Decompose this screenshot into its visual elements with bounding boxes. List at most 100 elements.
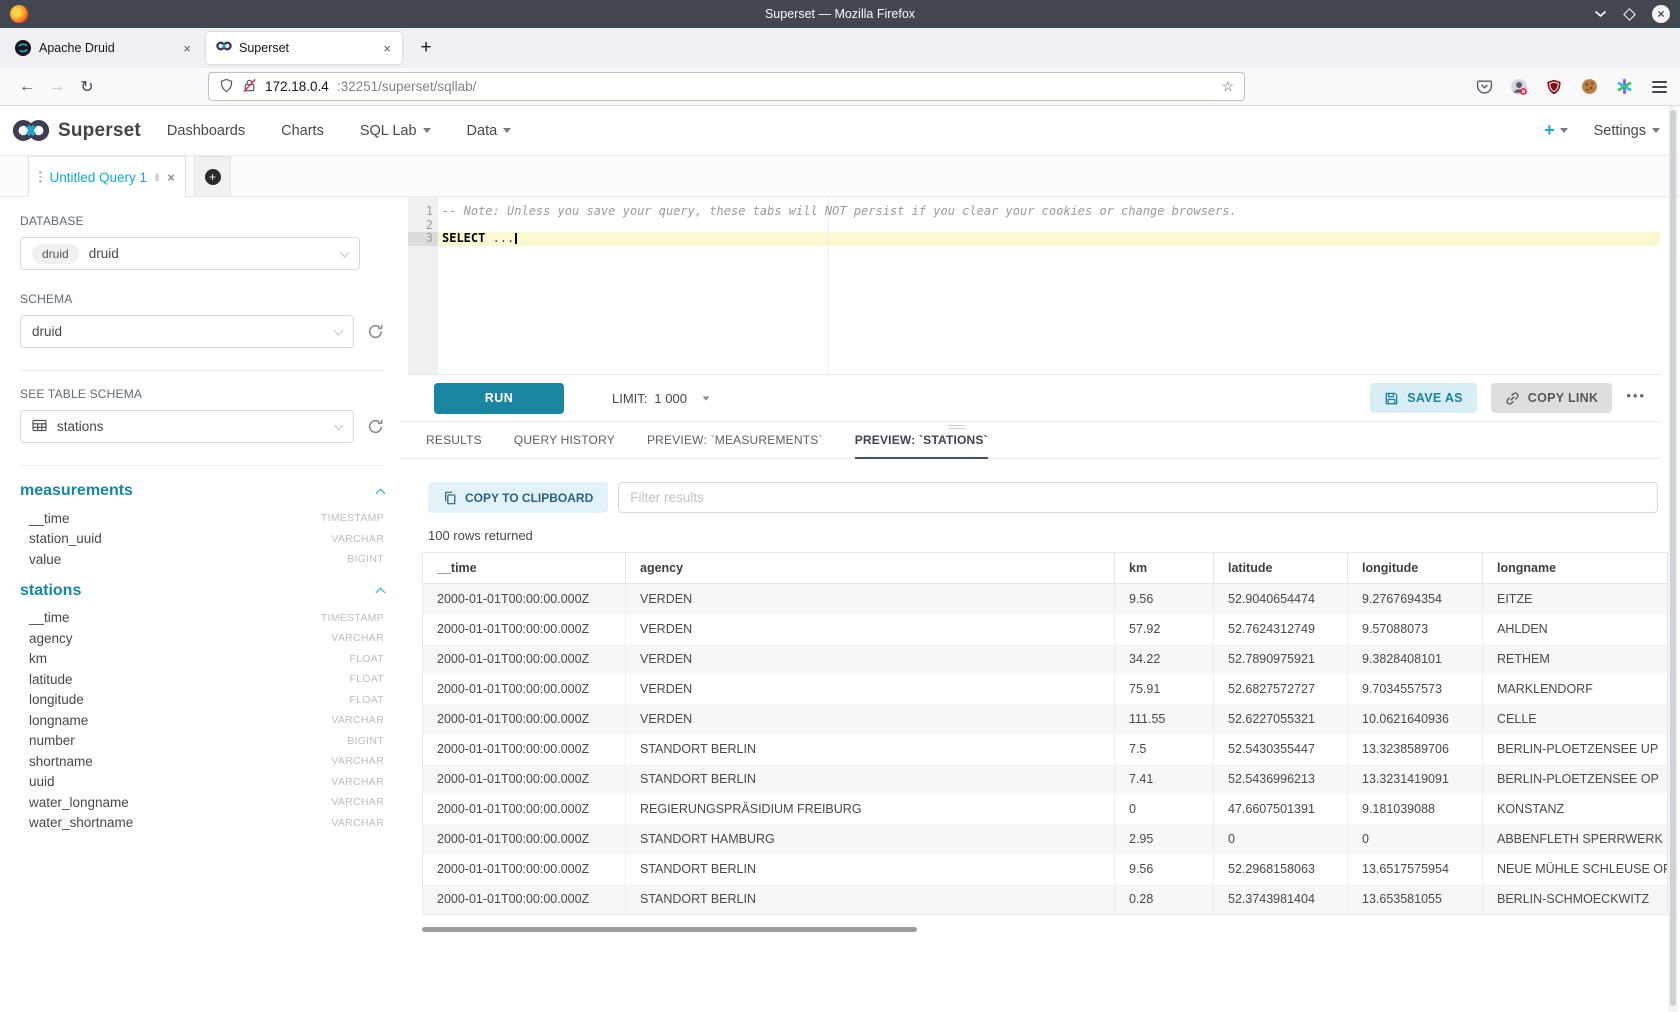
bookmark-star-icon[interactable]: ☆ <box>1221 78 1234 95</box>
column-header[interactable]: km <box>1115 553 1214 583</box>
save-as-button[interactable]: SAVE AS <box>1370 383 1477 413</box>
account-sync-icon[interactable] <box>1510 78 1528 96</box>
results-tab[interactable]: QUERY HISTORY <box>514 433 615 458</box>
window-close-icon[interactable]: × <box>1652 5 1670 23</box>
table-cell: VERDEN <box>626 674 1115 704</box>
more-options-icon[interactable]: ••• <box>1626 388 1652 409</box>
save-icon <box>1384 391 1399 406</box>
limit-label: LIMIT: <box>612 391 647 406</box>
column-type: BIGINT <box>347 553 384 565</box>
table-cell: 52.9040654474 <box>1214 584 1348 614</box>
nav-sql-lab[interactable]: SQL Lab <box>360 123 431 139</box>
column-header[interactable]: agency <box>626 553 1115 583</box>
browser-tab-apache-druid[interactable]: Apache Druid × <box>6 32 202 64</box>
run-button[interactable]: RUN <box>434 383 564 414</box>
table-cell: 13.3231419091 <box>1348 764 1483 794</box>
schema-column-row: water_shortnameVARCHAR <box>20 813 384 834</box>
filter-results-input[interactable] <box>618 482 1658 513</box>
nav-data[interactable]: Data <box>467 123 512 139</box>
table-cell: BERLIN-PLOETZENSEE UP <box>1483 734 1667 764</box>
new-tab-button[interactable]: + <box>412 34 440 62</box>
table-cell: 9.56 <box>1115 854 1214 884</box>
table-cell: BERLIN-PLOETZENSEE OP <box>1483 764 1667 794</box>
column-header[interactable]: longname <box>1483 553 1667 583</box>
pocket-icon[interactable] <box>1475 78 1493 96</box>
table-row: 2000-01-01T00:00:00.000ZREGIERUNGSPRÄSID… <box>423 794 1667 824</box>
schema-table-measurements: measurements__timeTIMESTAMPstation_uuidV… <box>20 482 384 570</box>
refresh-schema-icon[interactable] <box>367 323 384 340</box>
window-minimize-icon[interactable] <box>1594 10 1607 18</box>
table-row: 2000-01-01T00:00:00.000ZVERDEN111.5552.6… <box>423 704 1667 734</box>
schema-table-stations: stations__timeTIMESTAMPagencyVARCHARkmFL… <box>20 582 384 834</box>
table-select[interactable]: stations <box>20 410 354 443</box>
add-new-button[interactable]: + <box>1544 120 1568 141</box>
table-cell: STANDORT HAMBURG <box>626 824 1115 854</box>
menu-icon[interactable] <box>1650 78 1668 96</box>
browser-tab-superset[interactable]: Superset × <box>206 32 402 64</box>
tab-close-icon[interactable]: × <box>381 40 393 57</box>
nav-dashboards[interactable]: Dashboards <box>167 123 245 139</box>
back-icon[interactable]: ← <box>12 78 42 96</box>
horizontal-scrollbar[interactable] <box>422 927 917 932</box>
schema-select[interactable]: druid <box>20 315 354 348</box>
copy-link-button[interactable]: COPY LINK <box>1491 383 1613 413</box>
table-cell: 111.55 <box>1115 704 1214 734</box>
reload-icon[interactable]: ↻ <box>72 77 102 97</box>
results-tab[interactable]: PREVIEW: `STATIONS` <box>855 433 988 458</box>
table-row: 2000-01-01T00:00:00.000ZVERDEN75.9152.68… <box>423 674 1667 704</box>
column-header[interactable]: latitude <box>1214 553 1348 583</box>
column-name: longitude <box>29 692 84 707</box>
extension-asterisk-icon[interactable] <box>1615 78 1633 96</box>
vertical-scrollbar-thumb[interactable] <box>1670 110 1676 1006</box>
table-cell: 52.6827572727 <box>1214 674 1348 704</box>
link-icon <box>1505 391 1520 406</box>
limit-dropdown[interactable]: LIMIT: 1 000 <box>612 391 710 406</box>
table-cell: 52.5436996213 <box>1214 764 1348 794</box>
cookie-icon[interactable] <box>1580 78 1598 96</box>
results-tab[interactable]: RESULTS <box>426 433 482 458</box>
shield-icon[interactable] <box>219 78 234 96</box>
window-maximize-icon[interactable] <box>1625 10 1634 19</box>
vertical-scrollbar-track[interactable] <box>1668 106 1678 1012</box>
schema-column-row: latitudeFLOAT <box>20 669 384 690</box>
url-bar[interactable]: 172.18.0.4 :32251/superset/sqllab/ ☆ <box>208 72 1245 101</box>
table-cell: AHLDEN <box>1483 614 1667 644</box>
column-type: BIGINT <box>347 735 384 747</box>
superset-infinity-icon <box>10 118 52 143</box>
table-cell: 9.7034557573 <box>1348 674 1483 704</box>
column-header[interactable]: longitude <box>1348 553 1483 583</box>
column-name: latitude <box>29 672 73 687</box>
table-cell: RETHEM <box>1483 644 1667 674</box>
ublock-icon[interactable] <box>1545 78 1563 96</box>
query-tab-close-icon[interactable]: × <box>167 170 175 185</box>
chevron-down-icon <box>334 420 344 430</box>
schema-table-header[interactable]: stations <box>20 582 384 600</box>
column-name: __time <box>29 511 70 526</box>
new-query-tab-button[interactable]: + <box>194 156 231 196</box>
nav-charts[interactable]: Charts <box>281 123 324 139</box>
settings-menu[interactable]: Settings <box>1594 123 1660 139</box>
query-tab-active[interactable]: Untitled Query 1 × <box>28 156 186 197</box>
superset-logo[interactable]: Superset <box>10 118 141 143</box>
sql-editor[interactable]: 1 2 3 -- Note: Unless you save your quer… <box>408 197 1660 375</box>
table-cell: REGIERUNGSPRÄSIDIUM FREIBURG <box>626 794 1115 824</box>
forward-icon[interactable]: → <box>42 78 72 96</box>
browser-navbar: ← → ↻ 172.18.0.4 :32251/superset/sqllab/… <box>0 68 1680 106</box>
table-cell: VERDEN <box>626 584 1115 614</box>
column-type: VARCHAR <box>331 817 384 829</box>
results-tab[interactable]: PREVIEW: `MEASUREMENTS` <box>647 433 823 458</box>
pane-resize-handle[interactable] <box>948 425 965 429</box>
table-cell: VERDEN <box>626 644 1115 674</box>
column-header[interactable]: __time <box>423 553 626 583</box>
tab-close-icon[interactable]: × <box>181 40 193 57</box>
schema-column-row: numberBIGINT <box>20 731 384 752</box>
table-row: 2000-01-01T00:00:00.000ZVERDEN34.2252.78… <box>423 644 1667 674</box>
insecure-lock-icon[interactable] <box>242 78 257 96</box>
schema-table-header[interactable]: measurements <box>20 482 384 500</box>
editor-query-line: SELECT ... <box>442 232 1660 246</box>
column-type: TIMESTAMP <box>321 612 384 624</box>
database-select[interactable]: druid druid <box>20 237 360 270</box>
refresh-table-icon[interactable] <box>367 418 384 435</box>
drag-handle-icon[interactable] <box>39 171 42 183</box>
copy-to-clipboard-button[interactable]: COPY TO CLIPBOARD <box>428 482 608 513</box>
